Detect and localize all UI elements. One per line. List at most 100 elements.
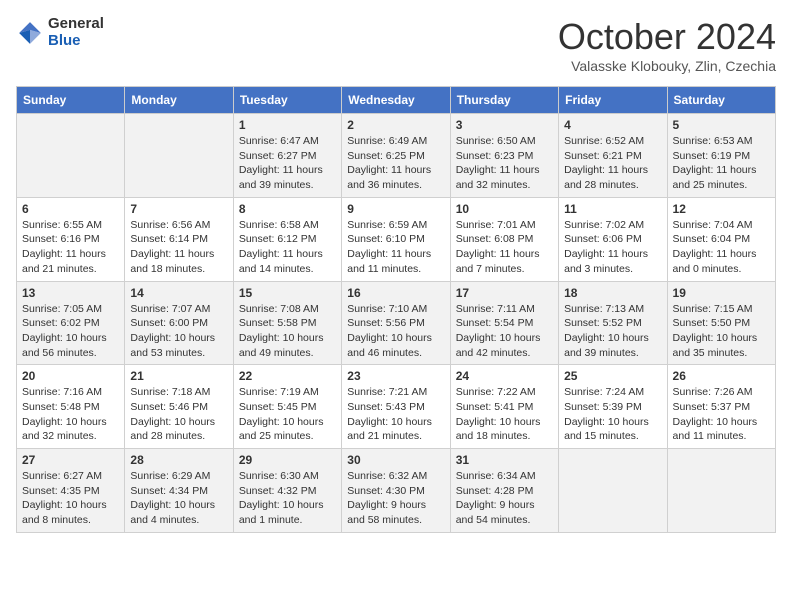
day-header-friday: Friday <box>559 87 667 114</box>
month-title: October 2024 <box>558 16 776 58</box>
calendar-cell: 22Sunrise: 7:19 AM Sunset: 5:45 PM Dayli… <box>233 365 341 449</box>
day-number: 25 <box>564 369 661 383</box>
day-number: 10 <box>456 202 553 216</box>
day-info: Sunrise: 7:04 AM Sunset: 6:04 PM Dayligh… <box>673 218 770 277</box>
day-number: 2 <box>347 118 444 132</box>
logo-icon <box>16 19 44 47</box>
day-info: Sunrise: 6:53 AM Sunset: 6:19 PM Dayligh… <box>673 134 770 193</box>
day-info: Sunrise: 7:26 AM Sunset: 5:37 PM Dayligh… <box>673 385 770 444</box>
day-info: Sunrise: 6:27 AM Sunset: 4:35 PM Dayligh… <box>22 469 119 528</box>
calendar-cell <box>17 114 125 198</box>
calendar-cell: 7 Sunrise: 6:56 AM Sunset: 6:14 PM Daylig… <box>125 197 233 281</box>
logo-general-text: General <box>48 16 104 33</box>
page-header: General Blue October 2024 Valasske Klobo… <box>16 16 776 74</box>
calendar-week-3: 13 Sunrise: 7:05 AM Sunset: 6:02 PM Dayli… <box>17 281 776 365</box>
calendar-cell: 13 Sunrise: 7:05 AM Sunset: 6:02 PM Dayli… <box>17 281 125 365</box>
header-row: SundayMondayTuesdayWednesdayThursdayFrid… <box>17 87 776 114</box>
day-number: 9 <box>347 202 444 216</box>
day-number: 3 <box>456 118 553 132</box>
location-text: Valasske Klobouky, Zlin, Czechia <box>558 58 776 74</box>
calendar-cell: 11 Sunrise: 7:02 AM Sunset: 6:06 PM Dayli… <box>559 197 667 281</box>
day-number: 15 <box>239 286 336 300</box>
calendar-cell: 29 Sunrise: 6:30 AM Sunset: 4:32 PM Dayli… <box>233 449 341 533</box>
calendar-cell: 1Sunrise: 6:47 AM Sunset: 6:27 PM Daylig… <box>233 114 341 198</box>
day-number: 20 <box>22 369 119 383</box>
day-number: 26 <box>673 369 770 383</box>
day-info: Sunrise: 6:58 AM Sunset: 6:12 PM Dayligh… <box>239 218 336 277</box>
calendar-cell: 27 Sunrise: 6:27 AM Sunset: 4:35 PM Dayli… <box>17 449 125 533</box>
logo-text: General Blue <box>48 16 104 49</box>
day-info: Sunrise: 7:24 AM Sunset: 5:39 PM Dayligh… <box>564 385 661 444</box>
calendar-cell <box>559 449 667 533</box>
calendar-cell: 16Sunrise: 7:10 AM Sunset: 5:56 PM Dayli… <box>342 281 450 365</box>
day-number: 18 <box>564 286 661 300</box>
day-number: 28 <box>130 453 227 467</box>
calendar-cell: 23Sunrise: 7:21 AM Sunset: 5:43 PM Dayli… <box>342 365 450 449</box>
day-header-thursday: Thursday <box>450 87 558 114</box>
calendar-cell: 2Sunrise: 6:49 AM Sunset: 6:25 PM Daylig… <box>342 114 450 198</box>
day-number: 24 <box>456 369 553 383</box>
day-info: Sunrise: 7:10 AM Sunset: 5:56 PM Dayligh… <box>347 302 444 361</box>
calendar-cell: 25 Sunrise: 7:24 AM Sunset: 5:39 PM Dayli… <box>559 365 667 449</box>
day-info: Sunrise: 6:50 AM Sunset: 6:23 PM Dayligh… <box>456 134 553 193</box>
day-info: Sunrise: 7:22 AM Sunset: 5:41 PM Dayligh… <box>456 385 553 444</box>
day-number: 1 <box>239 118 336 132</box>
day-number: 7 <box>130 202 227 216</box>
day-info: Sunrise: 7:01 AM Sunset: 6:08 PM Dayligh… <box>456 218 553 277</box>
day-header-saturday: Saturday <box>667 87 775 114</box>
day-info: Sunrise: 6:30 AM Sunset: 4:32 PM Dayligh… <box>239 469 336 528</box>
day-number: 27 <box>22 453 119 467</box>
title-block: October 2024 Valasske Klobouky, Zlin, Cz… <box>558 16 776 74</box>
day-header-tuesday: Tuesday <box>233 87 341 114</box>
day-info: Sunrise: 7:19 AM Sunset: 5:45 PM Dayligh… <box>239 385 336 444</box>
calendar-week-4: 20 Sunrise: 7:16 AM Sunset: 5:48 PM Dayli… <box>17 365 776 449</box>
day-info: Sunrise: 7:05 AM Sunset: 6:02 PM Dayligh… <box>22 302 119 361</box>
calendar-cell <box>667 449 775 533</box>
logo-blue-text: Blue <box>48 33 104 50</box>
calendar-cell: 9Sunrise: 6:59 AM Sunset: 6:10 PM Daylig… <box>342 197 450 281</box>
day-info: Sunrise: 7:15 AM Sunset: 5:50 PM Dayligh… <box>673 302 770 361</box>
calendar-header: SundayMondayTuesdayWednesdayThursdayFrid… <box>17 87 776 114</box>
day-number: 21 <box>130 369 227 383</box>
day-number: 12 <box>673 202 770 216</box>
calendar-cell: 26 Sunrise: 7:26 AM Sunset: 5:37 PM Dayli… <box>667 365 775 449</box>
day-info: Sunrise: 6:34 AM Sunset: 4:28 PM Dayligh… <box>456 469 553 528</box>
calendar-cell: 14Sunrise: 7:07 AM Sunset: 6:00 PM Dayli… <box>125 281 233 365</box>
calendar-cell: 17 Sunrise: 7:11 AM Sunset: 5:54 PM Dayli… <box>450 281 558 365</box>
day-number: 5 <box>673 118 770 132</box>
calendar-cell: 21Sunrise: 7:18 AM Sunset: 5:46 PM Dayli… <box>125 365 233 449</box>
calendar-cell: 15Sunrise: 7:08 AM Sunset: 5:58 PM Dayli… <box>233 281 341 365</box>
day-number: 8 <box>239 202 336 216</box>
day-info: Sunrise: 6:55 AM Sunset: 6:16 PM Dayligh… <box>22 218 119 277</box>
calendar-cell: 6 Sunrise: 6:55 AM Sunset: 6:16 PM Daylig… <box>17 197 125 281</box>
calendar-cell: 19 Sunrise: 7:15 AM Sunset: 5:50 PM Dayli… <box>667 281 775 365</box>
calendar-week-5: 27 Sunrise: 6:27 AM Sunset: 4:35 PM Dayli… <box>17 449 776 533</box>
day-number: 31 <box>456 453 553 467</box>
calendar-cell: 3 Sunrise: 6:50 AM Sunset: 6:23 PM Daylig… <box>450 114 558 198</box>
calendar-cell: 31 Sunrise: 6:34 AM Sunset: 4:28 PM Dayli… <box>450 449 558 533</box>
calendar-body: 1Sunrise: 6:47 AM Sunset: 6:27 PM Daylig… <box>17 114 776 533</box>
day-info: Sunrise: 7:11 AM Sunset: 5:54 PM Dayligh… <box>456 302 553 361</box>
calendar-cell: 24 Sunrise: 7:22 AM Sunset: 5:41 PM Dayli… <box>450 365 558 449</box>
day-number: 6 <box>22 202 119 216</box>
day-info: Sunrise: 6:56 AM Sunset: 6:14 PM Dayligh… <box>130 218 227 277</box>
calendar-cell: 28 Sunrise: 6:29 AM Sunset: 4:34 PM Dayli… <box>125 449 233 533</box>
day-info: Sunrise: 7:02 AM Sunset: 6:06 PM Dayligh… <box>564 218 661 277</box>
day-info: Sunrise: 6:29 AM Sunset: 4:34 PM Dayligh… <box>130 469 227 528</box>
calendar-table: SundayMondayTuesdayWednesdayThursdayFrid… <box>16 86 776 533</box>
day-number: 13 <box>22 286 119 300</box>
calendar-cell: 4Sunrise: 6:52 AM Sunset: 6:21 PM Daylig… <box>559 114 667 198</box>
calendar-week-1: 1Sunrise: 6:47 AM Sunset: 6:27 PM Daylig… <box>17 114 776 198</box>
calendar-week-2: 6 Sunrise: 6:55 AM Sunset: 6:16 PM Daylig… <box>17 197 776 281</box>
day-number: 30 <box>347 453 444 467</box>
day-info: Sunrise: 7:16 AM Sunset: 5:48 PM Dayligh… <box>22 385 119 444</box>
day-number: 17 <box>456 286 553 300</box>
day-number: 19 <box>673 286 770 300</box>
calendar-cell <box>125 114 233 198</box>
day-info: Sunrise: 7:21 AM Sunset: 5:43 PM Dayligh… <box>347 385 444 444</box>
day-info: Sunrise: 7:07 AM Sunset: 6:00 PM Dayligh… <box>130 302 227 361</box>
day-number: 11 <box>564 202 661 216</box>
calendar-cell: 8 Sunrise: 6:58 AM Sunset: 6:12 PM Daylig… <box>233 197 341 281</box>
day-number: 29 <box>239 453 336 467</box>
day-header-monday: Monday <box>125 87 233 114</box>
